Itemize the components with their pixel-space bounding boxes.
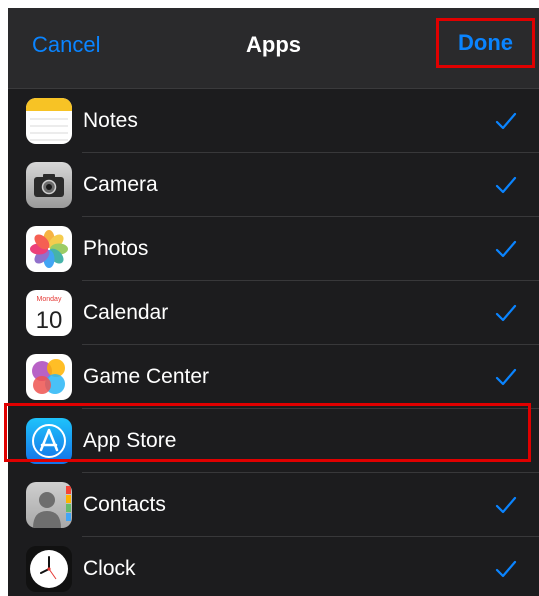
navigation-bar: Cancel Apps Done <box>8 8 539 89</box>
checkmark-icon <box>495 112 517 130</box>
app-row-app-store[interactable]: App Store <box>8 409 539 473</box>
app-name: App Store <box>83 429 177 452</box>
calendar-month-text: Monday <box>37 296 62 303</box>
photos-icon <box>26 226 72 272</box>
app-store-icon <box>26 418 72 464</box>
calendar-icon: Monday 10 <box>26 290 72 336</box>
checkmark-icon <box>495 304 517 322</box>
app-row-notes[interactable]: Notes <box>8 89 539 153</box>
contacts-icon <box>26 482 72 528</box>
app-name: Clock <box>83 557 136 580</box>
game-center-icon <box>26 354 72 400</box>
checkmark-icon <box>495 240 517 258</box>
app-name: Camera <box>83 173 158 196</box>
camera-icon <box>26 162 72 208</box>
checkmark-icon <box>495 176 517 194</box>
app-row-photos[interactable]: Photos <box>8 217 539 281</box>
apps-screen: Cancel Apps Done Notes Camera Photos Mon… <box>8 8 539 596</box>
app-row-clock[interactable]: Clock <box>8 537 539 596</box>
checkmark-icon <box>495 496 517 514</box>
done-button[interactable]: Done <box>458 30 513 56</box>
app-name: Game Center <box>83 365 210 388</box>
apps-list: Notes Camera Photos Monday 10 Calendar G… <box>8 89 539 596</box>
app-name: Calendar <box>83 301 169 324</box>
app-name: Photos <box>83 237 149 260</box>
notes-icon <box>26 98 72 144</box>
app-row-calendar[interactable]: Monday 10 Calendar <box>8 281 539 345</box>
app-name: Notes <box>83 109 138 132</box>
app-row-camera[interactable]: Camera <box>8 153 539 217</box>
app-row-contacts[interactable]: Contacts <box>8 473 539 537</box>
done-button-highlight: Done <box>436 18 535 68</box>
app-row-game-center[interactable]: Game Center <box>8 345 539 409</box>
checkmark-icon <box>495 560 517 578</box>
app-name: Contacts <box>83 493 166 516</box>
checkmark-icon <box>495 368 517 386</box>
clock-icon <box>26 546 72 592</box>
calendar-day-text: 10 <box>36 307 63 334</box>
